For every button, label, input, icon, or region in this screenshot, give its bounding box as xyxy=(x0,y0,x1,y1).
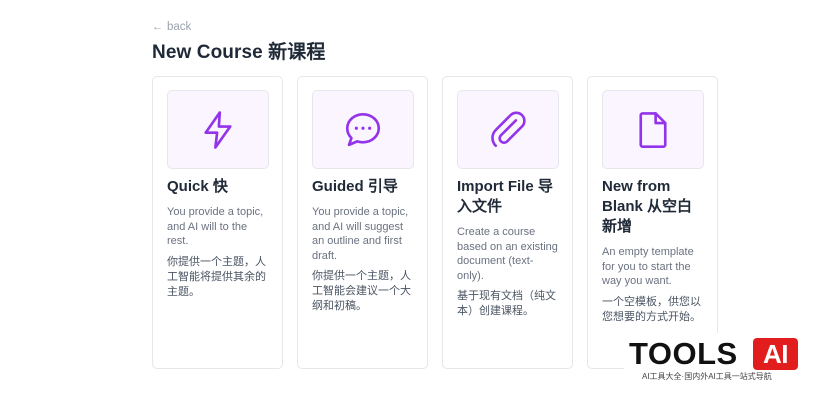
chat-bubble-icon xyxy=(345,112,381,146)
import-file-card[interactable]: Import File 导入文件 Create a course based o… xyxy=(442,76,573,369)
watermark-logo: TOOLS AI AI工具大全·国内外AI工具一站式导航 xyxy=(624,333,820,420)
card-description-zh: 你提供一个主题，人工智能将提供其余的主题。 xyxy=(167,255,266,298)
watermark-tagline: AI工具大全·国内外AI工具一站式导航 xyxy=(642,372,772,381)
card-title: Quick 快 xyxy=(167,178,228,195)
paperclip-icon xyxy=(491,110,526,147)
blank-template-card[interactable]: New from Blank 从空白新增 An empty template f… xyxy=(587,76,718,369)
card-description-zh: 基于现有文档（纯文本）创建课程。 xyxy=(457,290,556,317)
page-title: New Course 新课程 xyxy=(152,42,326,63)
import-icon-tile xyxy=(457,90,559,169)
document-icon xyxy=(639,111,667,148)
watermark-badge: AI xyxy=(753,338,798,370)
back-link[interactable]: ← back xyxy=(152,21,191,33)
guided-icon-tile xyxy=(312,90,414,169)
back-label: back xyxy=(167,21,192,33)
card-description-zh: 你提供一个主题，人工智能会建议一个大纲和初稿。 xyxy=(312,270,411,312)
card-title: New from Blank 从空白新增 xyxy=(602,178,693,235)
card-title: Import File 导入文件 xyxy=(457,178,553,215)
watermark-brand: TOOLS xyxy=(629,336,738,371)
card-title: Guided 引导 xyxy=(312,178,398,195)
quick-course-card[interactable]: Quick 快 You provide a topic, and AI will… xyxy=(152,76,283,369)
guided-course-card[interactable]: Guided 引导 You provide a topic, and AI wi… xyxy=(297,76,428,369)
quick-icon-tile xyxy=(167,90,269,169)
card-description-en: You provide a topic, and AI will to the … xyxy=(167,206,264,247)
blank-icon-tile xyxy=(602,90,704,169)
arrow-left-icon: ← xyxy=(152,20,163,33)
card-description-en: An empty template for you to start the w… xyxy=(602,246,694,287)
course-type-options: Quick 快 You provide a topic, and AI will… xyxy=(152,76,718,369)
card-description-en: You provide a topic, and AI will suggest… xyxy=(312,206,409,262)
card-description-zh: 一个空模板，供您以您想要的方式开始。 xyxy=(602,295,701,323)
card-description-en: Create a course based on an existing doc… xyxy=(457,226,558,282)
lightning-icon xyxy=(204,110,232,149)
